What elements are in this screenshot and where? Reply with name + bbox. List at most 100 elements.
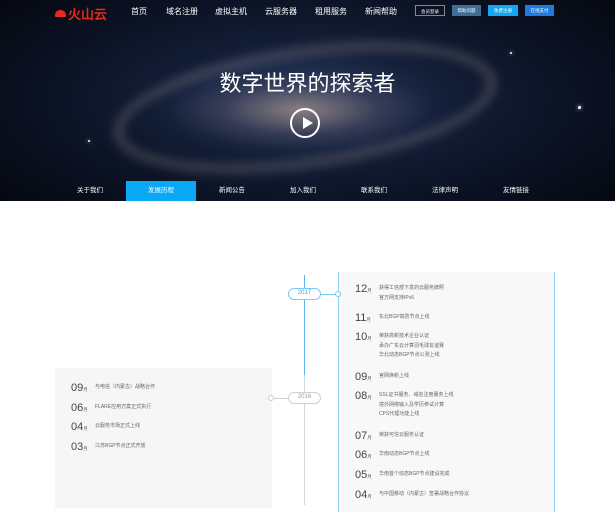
month: 07月: [355, 430, 372, 442]
month-unit: 月: [367, 454, 372, 459]
timeline-item: 04月 与中国移动（内蒙古）签署战略合作协议: [355, 489, 469, 501]
hero-title: 数字世界的探索者: [219, 71, 396, 96]
timeline-item: 09月 与电信（内蒙古）战略合作: [71, 382, 155, 394]
event-text: CPS代理功能上线: [379, 411, 420, 417]
tab-about[interactable]: 关于我们: [55, 181, 125, 201]
event-text: 获得工信部下发的云服务牌照: [379, 285, 445, 291]
year-badge-2016[interactable]: 2016: [288, 392, 321, 404]
month-unit: 月: [367, 376, 372, 381]
month: 04月: [355, 489, 372, 501]
nav-hosting[interactable]: 虚拟主机: [215, 6, 247, 17]
timeline-item: 03月 江苏BGP节点正式开放: [71, 441, 146, 453]
event-text: 境外网络输入及学历参试计算: [379, 401, 445, 408]
month: 11月: [355, 312, 371, 324]
event-text: 江苏BGP节点正式开放: [95, 443, 146, 449]
event-text: 荣获可信云服务认证: [379, 432, 425, 438]
event-text: 华北动态BGP节点公测上线: [379, 352, 440, 358]
month: 06月: [355, 449, 372, 461]
timeline-item: 06月 FLARE应用方案正式执行: [71, 402, 151, 414]
tab-history[interactable]: 发展历程: [126, 181, 196, 201]
event-lines: 与中国移动（内蒙古）签署战略合作协议: [379, 489, 469, 501]
event-text: 荣获高新技术企业认证: [379, 333, 430, 339]
timeline-item: 08月 SSL证书服务、域名注册服务上线 境外网络输入及学历参试计算 CPS代理功能上…: [355, 390, 453, 420]
event-text: 官网焕新上线: [379, 373, 410, 379]
event-lines: 获得工信部下发的云服务牌照 官方网支持IPv6: [379, 283, 444, 303]
login-button[interactable]: 会员登录: [415, 5, 445, 16]
event-text: FLARE应用方案正式执行: [95, 404, 152, 410]
month-unit: 月: [367, 395, 372, 400]
event-lines: 江苏BGP节点正式开放: [95, 441, 146, 453]
connector-dot: [335, 291, 341, 297]
tab-links[interactable]: 友情链接: [481, 181, 551, 201]
event-text: 官方网支持IPv6: [379, 294, 415, 301]
nav-news[interactable]: 新闻帮助: [365, 6, 397, 17]
event-text: 承办广东云计算羽毛球友谊赛: [379, 342, 445, 349]
event-lines: SSL证书服务、域名注册服务上线 境外网络输入及学历参试计算 CPS代理功能上线: [379, 390, 453, 420]
month-unit: 月: [366, 317, 371, 322]
event-lines: 与电信（内蒙古）战略合作: [95, 382, 155, 394]
event-text: 华南首个动态BGP节点建设完成: [379, 471, 450, 477]
month-unit: 月: [367, 435, 372, 440]
month-unit: 月: [83, 446, 88, 451]
tab-contact[interactable]: 联系我们: [339, 181, 409, 201]
timeline-item: 12月 获得工信部下发的云服务牌照 官方网支持IPv6: [355, 283, 444, 303]
timeline-item: 06月 华南动态BGP节点上线: [355, 449, 430, 461]
event-lines: 荣获可信云服务认证: [379, 430, 424, 442]
event-lines: 东北BGP高防节点上线: [379, 312, 430, 324]
pay-button[interactable]: 在线支付: [525, 5, 554, 16]
nav-domain[interactable]: 域名注册: [166, 6, 198, 17]
month: 09月: [355, 371, 372, 383]
month-unit: 月: [367, 474, 372, 479]
timeline-item: 11月 东北BGP高防节点上线: [355, 312, 430, 324]
tab-join[interactable]: 加入我们: [268, 181, 338, 201]
month-unit: 月: [367, 494, 372, 499]
month-unit: 月: [83, 426, 88, 431]
event-lines: 华南动态BGP节点上线: [379, 449, 430, 461]
hero-banner: 火山云 首页 域名注册 虚拟主机 云服务器 租用服务 新闻帮助 会员登录 帮助问…: [0, 0, 615, 201]
star: [510, 52, 512, 54]
timeline-item: 05月 华南首个动态BGP节点建设完成: [355, 469, 450, 481]
month-unit: 月: [83, 407, 88, 412]
star: [88, 140, 90, 142]
timeline-item: 04月 云服务市场正式上线: [71, 421, 140, 433]
event-lines: 官网焕新上线: [379, 371, 409, 383]
month: 04月: [71, 421, 88, 433]
event-text: 与中国移动（内蒙古）签署战略合作协议: [379, 491, 470, 497]
event-lines: 华南首个动态BGP节点建设完成: [379, 469, 450, 481]
event-text: 云服务市场正式上线: [95, 423, 141, 429]
tab-legal[interactable]: 法律声明: [410, 181, 480, 201]
connector: [272, 398, 288, 399]
month-unit: 月: [83, 387, 88, 392]
event-text: SSL证书服务、域名注册服务上线: [379, 392, 454, 398]
month: 08月: [355, 390, 372, 402]
month: 10月: [355, 331, 372, 343]
timeline-item: 10月 荣获高新技术企业认证 承办广东云计算羽毛球友谊赛 华北动态BGP节点公测上线: [355, 331, 444, 361]
month: 06月: [71, 402, 88, 414]
month-unit: 月: [367, 336, 372, 341]
event-text: 华南动态BGP节点上线: [379, 451, 430, 457]
month: 09月: [71, 382, 88, 394]
month: 03月: [71, 441, 88, 453]
tab-announcements[interactable]: 新闻公告: [197, 181, 267, 201]
star: [578, 106, 581, 109]
event-lines: 云服务市场正式上线: [95, 421, 140, 433]
month: 05月: [355, 469, 372, 481]
event-lines: FLARE应用方案正式执行: [95, 402, 151, 414]
cloud-icon: [55, 10, 66, 17]
nav-cloud-server[interactable]: 云服务器: [265, 6, 297, 17]
timeline-item: 07月 荣获可信云服务认证: [355, 430, 424, 442]
logo[interactable]: 火山云: [55, 4, 107, 23]
month-unit: 月: [367, 288, 372, 293]
event-text: 东北BGP高防节点上线: [379, 314, 430, 320]
help-button[interactable]: 帮助问题: [452, 5, 481, 16]
connector-dot: [268, 395, 274, 401]
year-badge-2017[interactable]: 2017: [288, 288, 321, 300]
timeline-item: 09月 官网焕新上线: [355, 371, 409, 383]
event-lines: 荣获高新技术企业认证承办广东云计算羽毛球友谊赛 华北动态BGP节点公测上线: [379, 331, 444, 361]
nav-rental[interactable]: 租用服务: [315, 6, 347, 17]
month: 12月: [355, 283, 372, 295]
event-text: 与电信（内蒙古）战略合作: [95, 384, 156, 390]
register-button[interactable]: 免费注册: [488, 5, 518, 16]
nav-home[interactable]: 首页: [131, 6, 147, 17]
play-icon[interactable]: [290, 108, 320, 138]
